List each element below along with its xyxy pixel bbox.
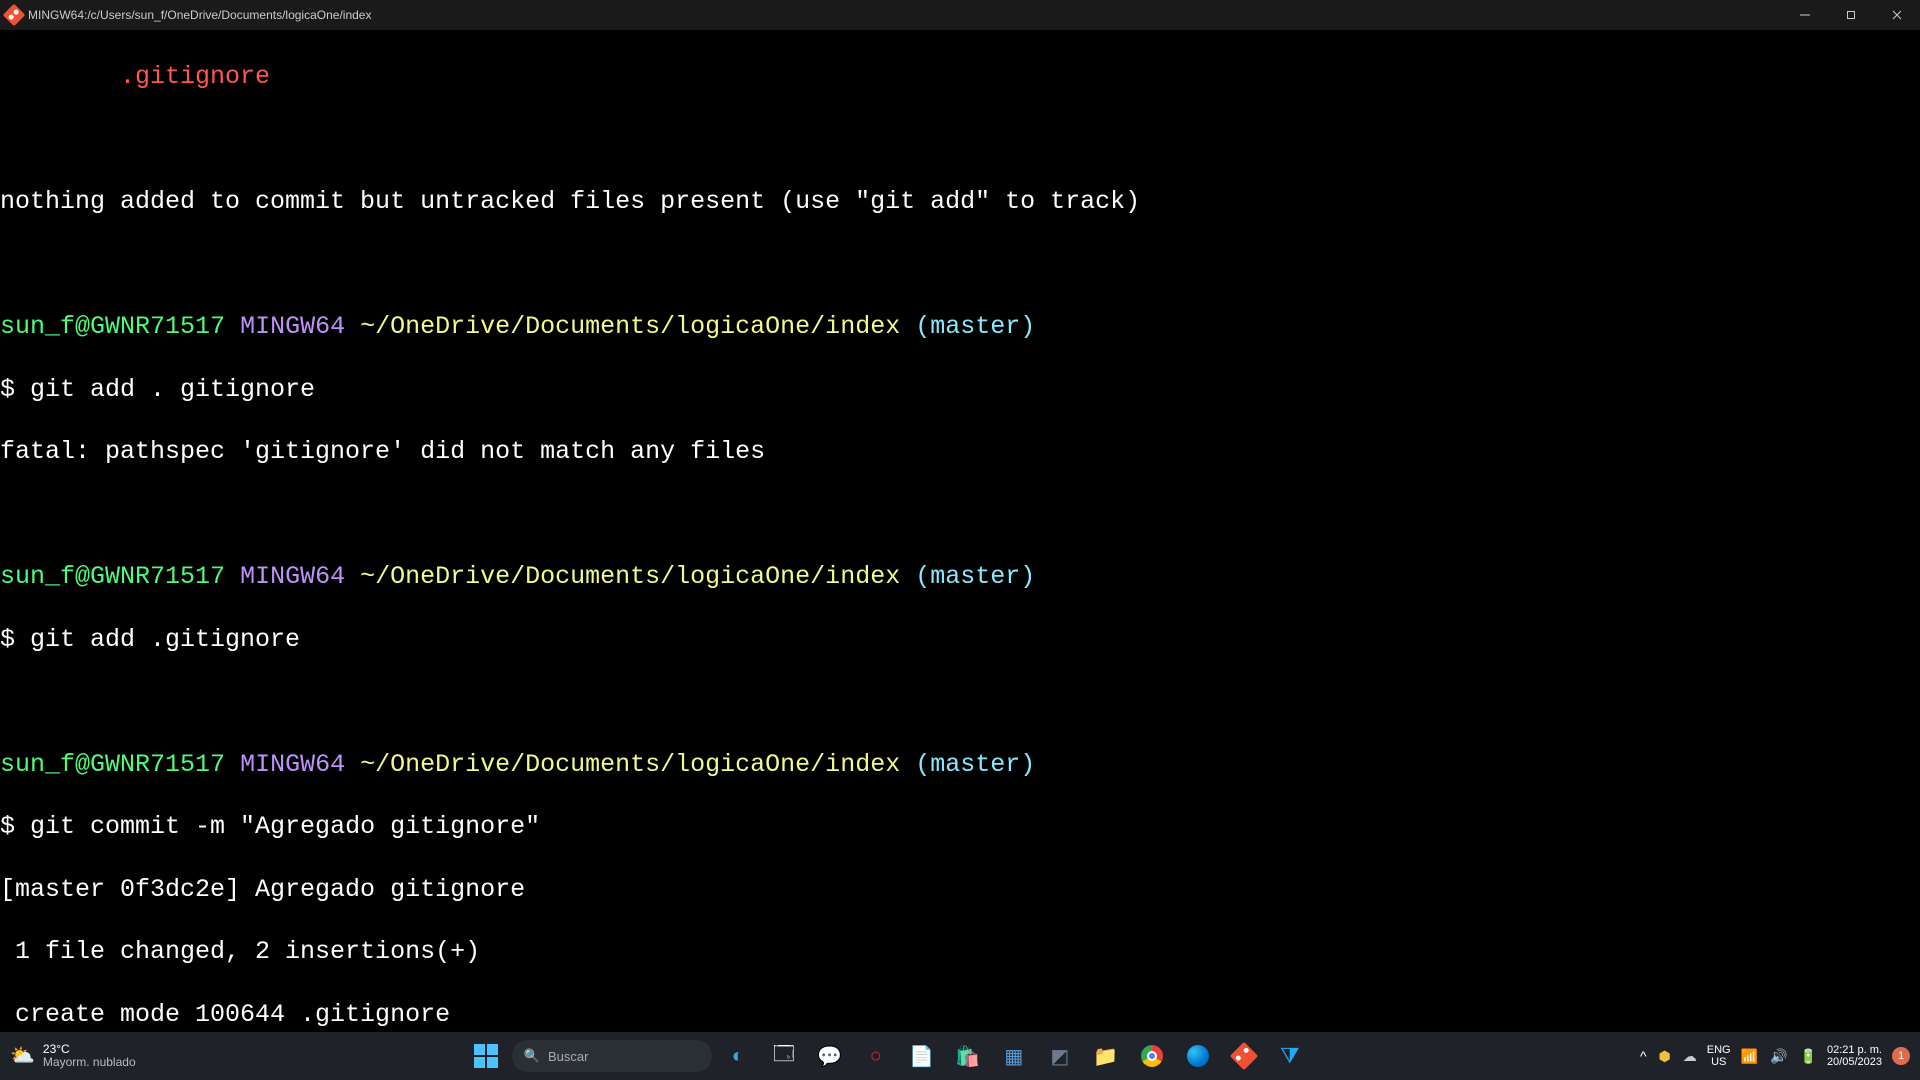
language-indicator[interactable]: ENG US	[1707, 1044, 1731, 1068]
taskbar-git[interactable]	[1224, 1036, 1264, 1076]
prompt-env: MINGW64	[240, 312, 345, 341]
taskbar-chat[interactable]: 💬	[810, 1036, 850, 1076]
notepad-icon: 📄	[909, 1044, 934, 1069]
weather-desc: Mayorm. nublado	[43, 1056, 136, 1069]
prompt-branch: (master)	[915, 312, 1035, 341]
tray-onedrive-icon[interactable]: ☁	[1683, 1048, 1697, 1065]
terminal-output[interactable]: .gitignore nothing added to commit but u…	[0, 30, 1920, 1032]
folder-icon: 📁	[1093, 1044, 1118, 1069]
taskview-icon: 🗔	[773, 1039, 795, 1073]
taskbar-bing[interactable]: ◐	[718, 1036, 758, 1076]
git-icon	[1230, 1042, 1258, 1070]
taskbar-search[interactable]: 🔍 Buscar	[512, 1040, 712, 1072]
git-msg: nothing added to commit but untracked fi…	[0, 187, 1140, 216]
clock-date: 20/05/2023	[1827, 1056, 1882, 1068]
chrome-icon	[1141, 1045, 1163, 1067]
close-button[interactable]	[1874, 0, 1920, 30]
search-placeholder: Buscar	[548, 1049, 588, 1064]
opera-icon: ○	[870, 1045, 882, 1068]
tray-security-icon[interactable]: ⬢	[1659, 1048, 1671, 1065]
git-output: create mode 100644 .gitignore	[0, 1000, 450, 1029]
command: git commit -m "Agregado gitignore"	[30, 812, 540, 841]
window-title: MINGW64:/c/Users/sun_f/OneDrive/Document…	[28, 8, 371, 22]
git-icon	[3, 4, 26, 27]
start-button[interactable]	[466, 1036, 506, 1076]
notif-count: 1	[1898, 1050, 1904, 1062]
git-output: [master 0f3dc2e] Agregado gitignore	[0, 875, 525, 904]
minimize-button[interactable]	[1782, 0, 1828, 30]
volume-icon[interactable]: 🔊	[1770, 1048, 1787, 1065]
battery-icon[interactable]: 🔋	[1800, 1048, 1817, 1065]
taskbar-notepad[interactable]: 📄	[902, 1036, 942, 1076]
clock-time: 02:21 p. m.	[1827, 1044, 1882, 1056]
prompt-path: ~/OneDrive/Documents/logicaOne/index	[360, 312, 900, 341]
windows-icon	[474, 1044, 498, 1068]
tray-chevron-icon[interactable]: ^	[1640, 1048, 1647, 1064]
clock[interactable]: 02:21 p. m. 20/05/2023	[1827, 1044, 1882, 1068]
git-output: 1 file changed, 2 insertions(+)	[0, 937, 480, 966]
git-output: fatal: pathspec 'gitignore' did not matc…	[0, 437, 765, 466]
taskbar-app2[interactable]: ◩	[1040, 1036, 1080, 1076]
taskbar-edge[interactable]	[1178, 1036, 1218, 1076]
vscode-icon: ⧩	[1280, 1043, 1300, 1069]
command: git add .gitignore	[30, 625, 300, 654]
taskbar-vscode[interactable]: ⧩	[1270, 1036, 1310, 1076]
taskbar-chrome[interactable]	[1132, 1036, 1172, 1076]
taskbar-opera[interactable]: ○	[856, 1036, 896, 1076]
store-icon: 🛍️	[955, 1044, 980, 1069]
taskbar-explorer[interactable]: 📁	[1086, 1036, 1126, 1076]
taskbar: ⛅ 23°C Mayorm. nublado 🔍 Buscar ◐ 🗔 💬 ○ …	[0, 1032, 1920, 1080]
notifications-button[interactable]: 1	[1892, 1047, 1910, 1065]
prompt-symbol: $	[0, 375, 30, 404]
taskbar-taskview[interactable]: 🗔	[764, 1036, 804, 1076]
app-icon: ◩	[1050, 1044, 1069, 1069]
chat-icon: 💬	[817, 1044, 842, 1069]
maximize-button[interactable]	[1828, 0, 1874, 30]
bing-icon: ◐	[732, 1045, 744, 1068]
weather-widget[interactable]: ⛅ 23°C Mayorm. nublado	[10, 1043, 136, 1069]
wifi-icon[interactable]: 📶	[1741, 1048, 1758, 1065]
app-icon: ▦	[1004, 1044, 1023, 1069]
window-titlebar: MINGW64:/c/Users/sun_f/OneDrive/Document…	[0, 0, 1920, 30]
search-icon: 🔍	[524, 1048, 540, 1064]
untracked-file: .gitignore	[0, 62, 270, 91]
taskbar-app1[interactable]: ▦	[994, 1036, 1034, 1076]
command: git add . gitignore	[30, 375, 315, 404]
prompt-user: sun_f@GWNR71517	[0, 312, 225, 341]
weather-icon: ⛅	[10, 1045, 35, 1067]
taskbar-store[interactable]: 🛍️	[948, 1036, 988, 1076]
edge-icon	[1187, 1045, 1209, 1067]
